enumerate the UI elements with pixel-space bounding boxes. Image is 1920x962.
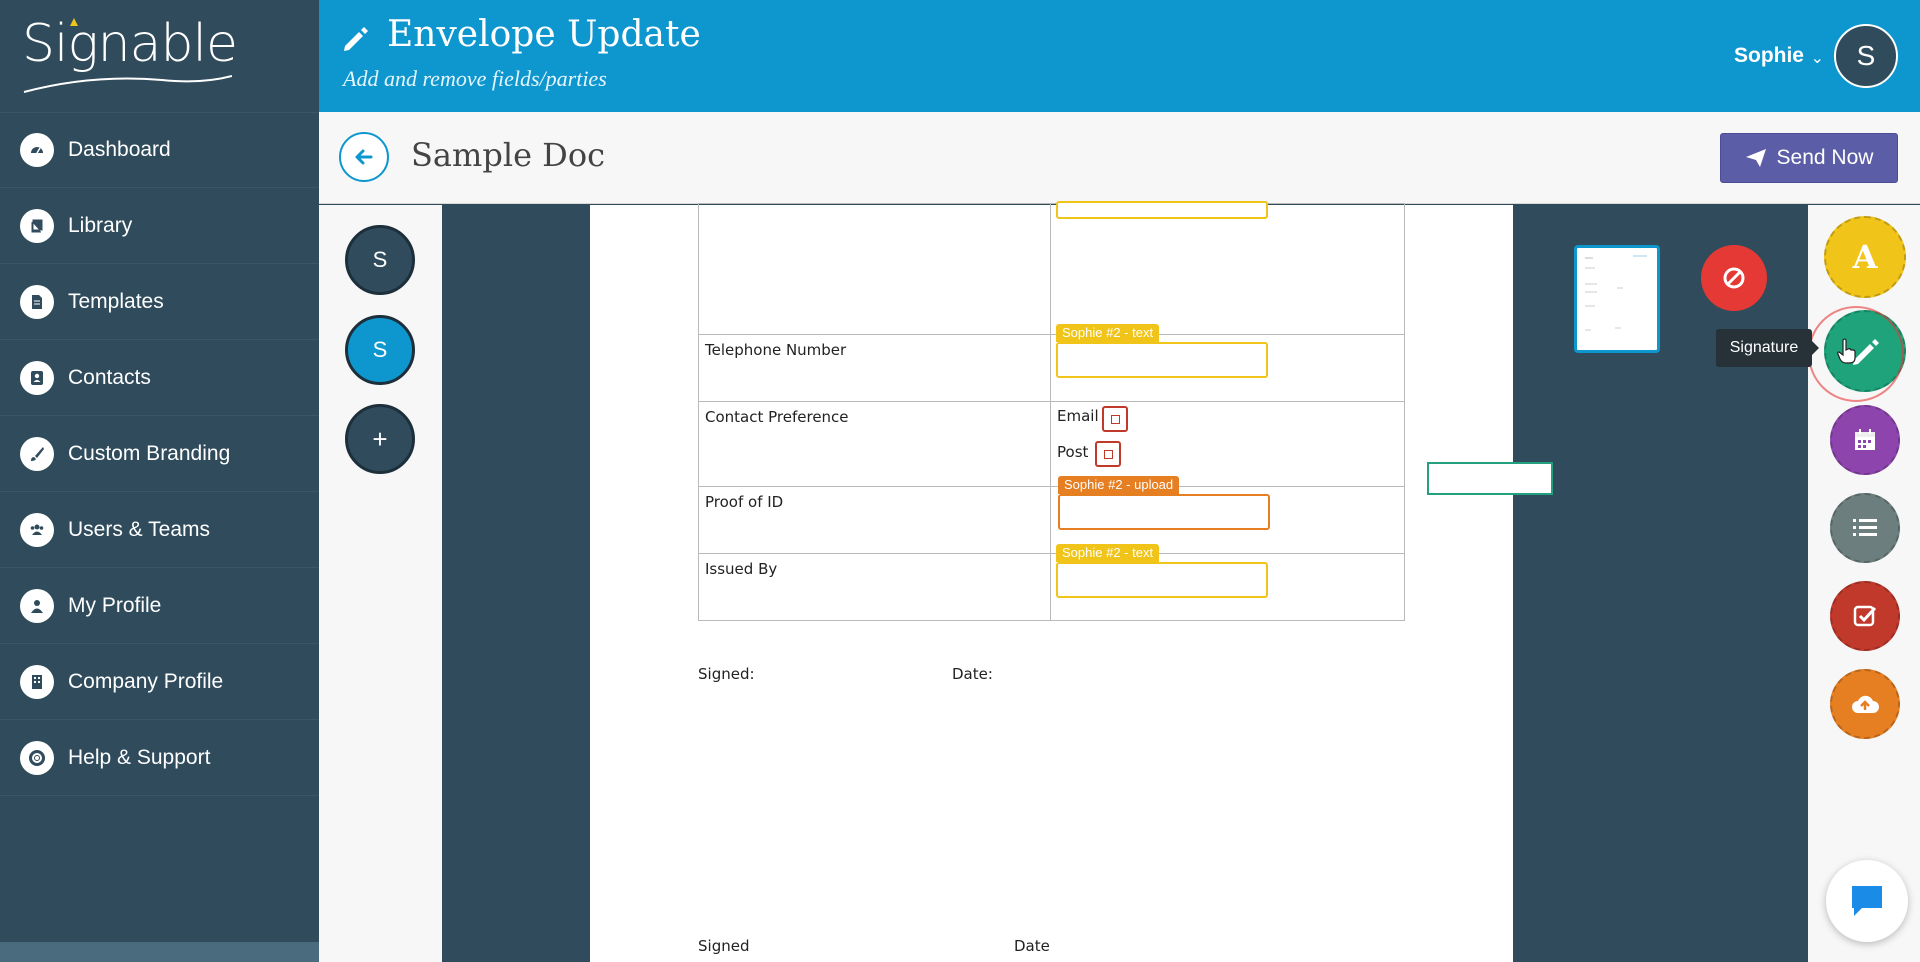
pencil-icon (344, 27, 368, 51)
building-icon (20, 664, 54, 699)
table-cell: Contact Preference (698, 401, 1051, 487)
logo-swoosh-icon (23, 18, 232, 93)
brush-icon (20, 436, 54, 471)
page-thumbnail[interactable] (1574, 245, 1660, 353)
add-party-button[interactable]: + (345, 404, 415, 474)
field-tag: Sophie #2 - text (1056, 324, 1160, 342)
sidebar-item-company-profile[interactable]: Company Profile (0, 644, 319, 720)
chevron-down-icon[interactable]: ⌄ (1811, 48, 1824, 68)
telephone-text-field[interactable] (1056, 342, 1268, 378)
sidebar-item-label: Contacts (68, 365, 151, 389)
post-checkbox[interactable] (1095, 441, 1121, 467)
back-button[interactable] (339, 132, 389, 182)
sidebar-item-templates[interactable]: Templates (0, 264, 319, 340)
sidebar-nav: Dashboard Library Templates Contacts Cus… (0, 112, 319, 796)
sidebar-item-help-support[interactable]: Help & Support (0, 720, 319, 796)
user-menu-name[interactable]: Sophie (1734, 44, 1804, 68)
text-field-tool[interactable]: A (1824, 216, 1906, 298)
sidebar-item-my-profile[interactable]: My Profile (0, 568, 319, 644)
user-icon (20, 588, 54, 623)
document-toolbar: Sample Doc Send Now (319, 112, 1920, 204)
signable-logo[interactable]: Signable (22, 14, 238, 94)
sidebar-item-label: Users & Teams (68, 517, 210, 541)
field-tag: Sophie #2 - upload (1058, 476, 1180, 494)
table-cell: Proof of ID (698, 486, 1051, 554)
chat-bubble-icon (1852, 886, 1882, 916)
page-title: Envelope Update (387, 14, 701, 55)
party-list: S S + (319, 205, 442, 962)
email-option-label: Email (1057, 407, 1099, 425)
sidebar-item-label: Custom Branding (68, 441, 231, 465)
page-header: Envelope Update Add and remove fields/pa… (319, 0, 1920, 112)
sidebar-item-label: Dashboard (68, 138, 171, 161)
send-now-label: Send Now (1776, 146, 1874, 169)
thumbnail-preview-icon (1585, 255, 1647, 331)
paper-plane-icon (1745, 149, 1766, 167)
cloud-upload-icon (1852, 695, 1879, 713)
list-icon (1853, 519, 1877, 536)
sidebar-footer (0, 942, 319, 962)
text-field[interactable] (1056, 201, 1268, 219)
users-icon (20, 512, 54, 547)
proof-upload-field[interactable] (1058, 494, 1270, 530)
table-cell: Issued By (698, 553, 1051, 621)
date-label: Date (1014, 937, 1050, 955)
table-cell (698, 203, 1051, 335)
issued-by-text-field[interactable] (1056, 562, 1268, 598)
calendar-icon (1855, 429, 1875, 450)
sidebar-item-contacts[interactable]: Contacts (0, 340, 319, 416)
document-canvas: Telephone Number Contact Preference Proo… (442, 201, 1514, 962)
avatar[interactable]: S (1834, 24, 1898, 88)
dashboard-icon (20, 133, 54, 167)
prohibited-icon (1723, 267, 1745, 289)
document-icon (20, 284, 54, 319)
field-tag: Sophie #2 - text (1056, 544, 1160, 562)
checkbox-tool[interactable] (1830, 581, 1900, 651)
page-subtitle: Add and remove fields/parties (343, 66, 607, 91)
sidebar-item-dashboard[interactable]: Dashboard (0, 112, 319, 188)
sidebar-item-label: Library (68, 213, 133, 237)
send-now-button[interactable]: Send Now (1720, 133, 1898, 183)
book-icon (20, 208, 54, 243)
sidebar-item-label: Help & Support (68, 745, 211, 769)
date-tool[interactable] (1830, 405, 1900, 475)
dragging-signature-field[interactable] (1427, 462, 1553, 495)
email-checkbox[interactable] (1102, 406, 1128, 432)
sidebar-item-users-teams[interactable]: Users & Teams (0, 492, 319, 568)
list-tool[interactable] (1830, 493, 1900, 563)
document-margin (1513, 205, 1808, 962)
arrow-left-icon (355, 149, 373, 165)
contact-icon (20, 360, 54, 395)
lifebuoy-icon (20, 740, 54, 775)
chat-button[interactable] (1826, 860, 1908, 942)
document-page: Telephone Number Contact Preference Proo… (590, 201, 1514, 962)
form-table: Telephone Number Contact Preference Proo… (698, 203, 1405, 621)
party-avatar-2[interactable]: S (345, 315, 415, 385)
party-avatar-1[interactable]: S (345, 225, 415, 295)
sidebar-item-label: Company Profile (68, 669, 224, 693)
sidebar-item-custom-branding[interactable]: Custom Branding (0, 416, 319, 492)
table-cell (1050, 203, 1405, 335)
upload-tool[interactable] (1830, 669, 1900, 739)
document-title: Sample Doc (411, 136, 606, 174)
signed-label: Signed (698, 937, 750, 955)
signed-label: Signed: (698, 665, 755, 683)
sidebar-item-label: Templates (68, 289, 164, 313)
hand-cursor-icon (1837, 338, 1856, 364)
post-option-label: Post (1057, 443, 1089, 461)
sidebar: Signable Dashboard Library Templates Con… (0, 0, 319, 962)
sidebar-item-library[interactable]: Library (0, 188, 319, 264)
checkbox-icon (1853, 605, 1877, 627)
date-label: Date: (952, 665, 993, 683)
table-cell: Telephone Number (698, 334, 1051, 402)
signature-tooltip: Signature (1716, 329, 1819, 367)
sidebar-item-label: My Profile (68, 593, 162, 617)
delete-field-button[interactable] (1701, 245, 1767, 311)
